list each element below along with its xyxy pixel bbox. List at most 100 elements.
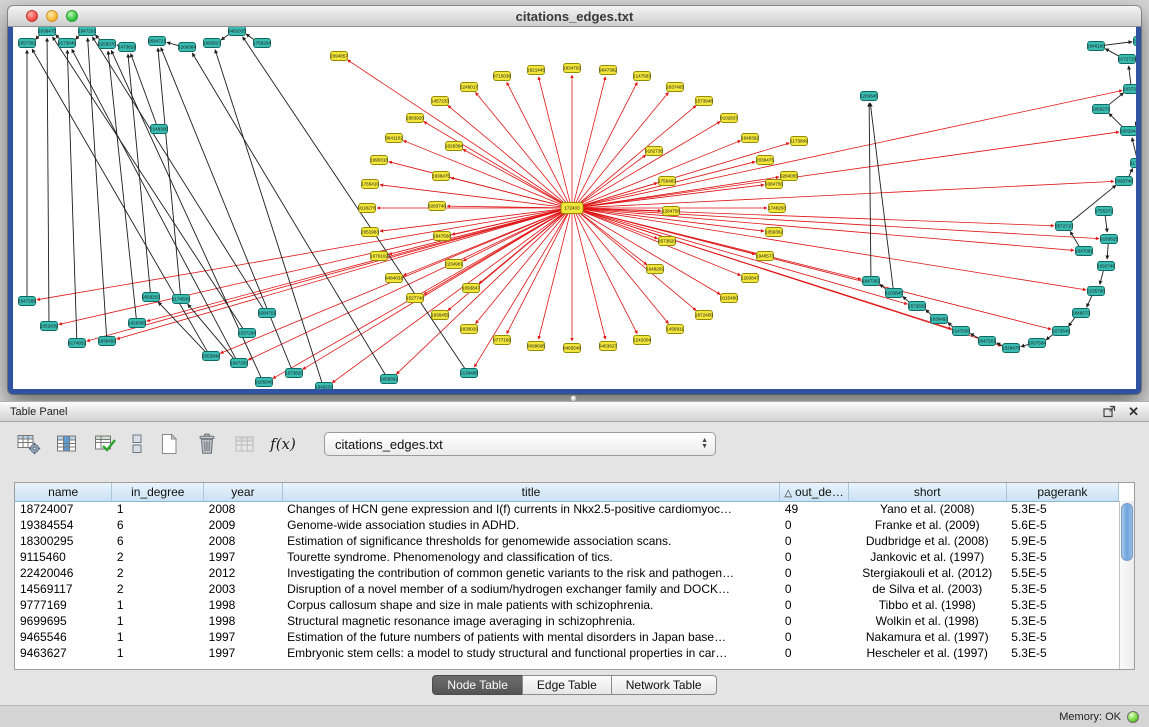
close-panel-icon[interactable]: ✕ [1128, 406, 1139, 418]
graph-node[interactable]: 1173849 [790, 137, 808, 146]
graph-node[interactable]: 2094857 [330, 52, 348, 61]
graph-node[interactable]: 172403 [561, 203, 583, 214]
graph-node[interactable]: 9115460 [720, 294, 738, 303]
column-chooser-icon[interactable] [54, 432, 80, 456]
network-canvas[interactable]: 1724031834792192144597150382246017145723… [13, 27, 1136, 389]
graph-node[interactable]: 1872400 [695, 311, 713, 320]
graph-node[interactable]: 2242004 [633, 336, 651, 345]
graph-node[interactable]: 9484031 [385, 274, 403, 283]
graph-node[interactable]: 1836450 [98, 337, 116, 346]
table-row[interactable]: 977716911998Corpus callosum shape and si… [15, 597, 1119, 613]
float-panel-icon[interactable] [1103, 405, 1116, 418]
graph-node[interactable]: 1847291 [78, 27, 96, 36]
graph-node[interactable]: 1647091 [1075, 247, 1093, 256]
table-row[interactable]: 1872400712008Changes of HCN gene express… [15, 501, 1119, 517]
graph-node[interactable]: 1038475 [38, 27, 56, 36]
vertical-scrollbar[interactable] [1119, 501, 1134, 669]
graph-node[interactable]: 1846180 [1087, 42, 1105, 51]
graph-node[interactable]: 1834792 [563, 64, 581, 73]
graph-node[interactable]: 1648392 [741, 134, 759, 143]
graph-node[interactable]: 9182736 [645, 147, 663, 156]
column-header-year[interactable]: year [204, 483, 283, 501]
graph-node[interactable]: 2051983 [361, 228, 379, 237]
graph-node[interactable]: 2093746 [1115, 177, 1133, 186]
graph-node[interactable]: 1693827 [203, 39, 221, 48]
graph-node[interactable]: 9284055 [780, 172, 798, 181]
graph-node[interactable]: 1283645 [860, 92, 878, 101]
graph-node[interactable]: 9584721 [148, 37, 166, 46]
citation-graph[interactable]: 1724031834792192144597150382246017145723… [13, 27, 1136, 389]
graph-node[interactable]: 1029384 [445, 142, 463, 151]
graph-node[interactable]: 9172729 [1118, 55, 1136, 64]
graph-node[interactable]: 1293847 [741, 274, 759, 283]
graph-node[interactable]: 1679102 [370, 252, 388, 261]
graph-node[interactable]: 1765410 [361, 180, 379, 189]
new-table-icon[interactable] [156, 432, 182, 456]
table-row[interactable]: 911546021997Tourette syndrome. Phenomeno… [15, 549, 1119, 565]
graph-node[interactable]: 1658392 [380, 375, 398, 384]
table-settings-icon[interactable] [16, 432, 42, 456]
scrollbar-thumb[interactable] [1121, 503, 1133, 561]
table-row[interactable]: 1938455462009Genome-wide association stu… [15, 517, 1119, 533]
graph-node[interactable]: 1209384 [178, 43, 196, 52]
graph-node[interactable]: 2139485 [460, 369, 478, 378]
graph-node[interactable]: 1846573 [1072, 309, 1090, 318]
graph-node[interactable]: 9641102 [385, 134, 403, 143]
function-builder-icon[interactable]: f(x) [270, 432, 296, 456]
graph-node[interactable]: 1921445 [527, 66, 545, 75]
graph-node[interactable]: 1172738 [1130, 159, 1136, 168]
graph-node[interactable]: 9384756 [765, 180, 783, 189]
graph-node[interactable]: 9699695 [527, 342, 545, 351]
graph-node[interactable]: 1647283 [230, 359, 248, 368]
table-row[interactable]: 1456911722003Disruption of a novel membe… [15, 581, 1119, 597]
graph-node[interactable]: 9273645 [1052, 327, 1070, 336]
table-row[interactable]: 946554611997Estimation of the future num… [15, 629, 1119, 645]
column-header-title[interactable]: title [282, 483, 780, 501]
graph-node[interactable]: 2053948 [202, 352, 220, 361]
graph-node[interactable]: 9481035 [228, 27, 246, 36]
graph-node[interactable]: 2234981 [445, 260, 463, 269]
graph-node[interactable]: 1836492 [930, 315, 948, 324]
table-selector-dropdown[interactable]: citations_edges.txt ▲▼ [324, 432, 716, 456]
graph-node[interactable]: 2038475 [756, 156, 774, 165]
graph-node[interactable]: 1429385 [128, 319, 146, 328]
tab-edge-table[interactable]: Edge Table [522, 675, 612, 695]
graph-node[interactable]: 1527746 [406, 294, 424, 303]
graph-node[interactable]: 9573820 [658, 237, 676, 246]
graph-node[interactable]: 2258370 [98, 40, 116, 49]
graph-node[interactable]: 1573948 [695, 97, 713, 106]
graph-node[interactable]: 1956271 [1092, 105, 1110, 114]
graph-node[interactable]: 1756483 [658, 177, 676, 186]
graph-node[interactable]: 2147038 [952, 327, 970, 336]
graph-node[interactable]: 9647382 [599, 66, 617, 75]
graph-node[interactable]: 9647201 [978, 337, 996, 346]
table-row[interactable]: 2242004622012Investigating the contribut… [15, 565, 1119, 581]
minimize-window-button[interactable] [46, 10, 58, 22]
graph-node[interactable]: 1059382 [765, 228, 783, 237]
graph-node[interactable]: 1830029 [460, 325, 478, 334]
graph-node[interactable]: 2147583 [633, 72, 651, 81]
graph-node[interactable]: 1037364 [1123, 85, 1136, 94]
column-header-out_de[interactable]: △out_de… [780, 483, 848, 501]
import-table-icon[interactable] [232, 432, 258, 456]
graph-node[interactable]: 9777169 [493, 336, 511, 345]
graph-node[interactable]: 1037284 [238, 329, 256, 338]
graph-node[interactable]: 1948203 [315, 383, 333, 390]
tab-node-table[interactable]: Node Table [432, 675, 523, 695]
graph-node[interactable]: 9183625 [1100, 235, 1118, 244]
graph-node[interactable]: 9658203 [142, 293, 160, 302]
graph-node[interactable]: 1092746 [1097, 262, 1115, 271]
column-header-in_degree[interactable]: in_degree [112, 483, 204, 501]
graph-node[interactable]: 9572710 [1055, 222, 1073, 231]
zoom-window-button[interactable] [66, 10, 78, 22]
graph-node[interactable]: 1473829 [118, 43, 136, 52]
graph-node[interactable]: 1572839 [908, 302, 926, 311]
table-edit-icon[interactable] [92, 432, 118, 456]
graph-node[interactable]: 2235790 [1087, 287, 1105, 296]
column-header-name[interactable]: name [15, 483, 112, 501]
graph-node[interactable]: 1847362 [862, 277, 880, 286]
graph-node[interactable]: 9118276 [358, 204, 376, 213]
graph-node[interactable]: 1748293 [768, 204, 786, 213]
graph-node[interactable]: 9282944 [1120, 127, 1136, 136]
graph-node[interactable]: 9103845 [885, 289, 903, 298]
